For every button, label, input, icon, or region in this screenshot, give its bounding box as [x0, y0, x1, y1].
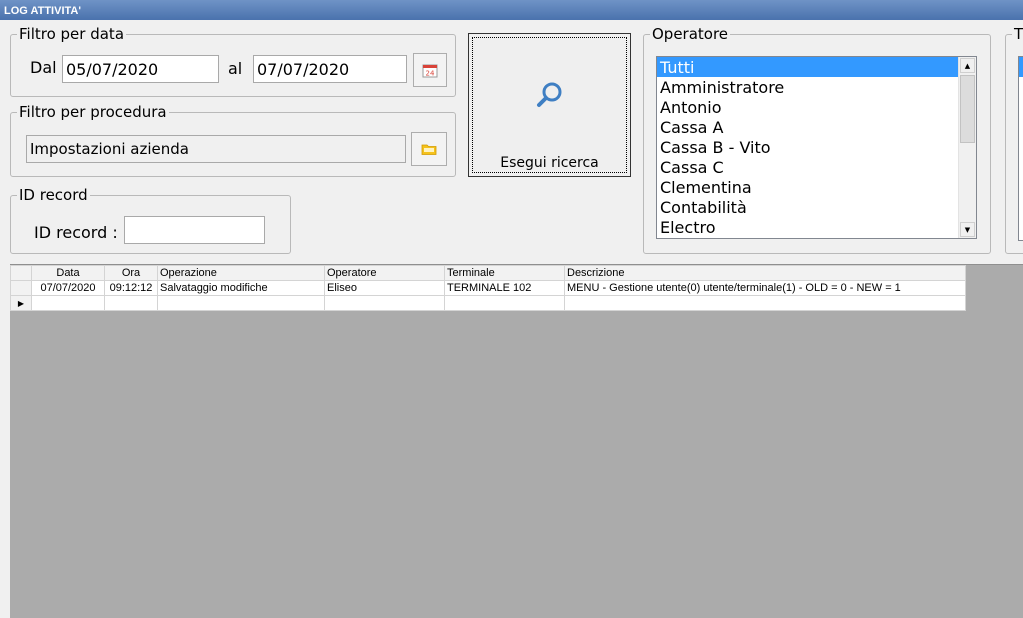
operator-list-item[interactable]: Tutti	[657, 57, 958, 77]
from-date-label: Dal	[30, 58, 57, 77]
results-grid[interactable]: Data Ora Operazione Operatore Terminale …	[10, 265, 1023, 618]
operator-list-item[interactable]: Cassa A	[657, 117, 958, 137]
calendar-button[interactable]: 24	[413, 53, 447, 87]
procedure-filter-legend: Filtro per procedura	[17, 103, 169, 121]
scroll-up-icon[interactable]: ▲	[960, 58, 975, 73]
col-header-ora[interactable]: Ora	[104, 265, 158, 281]
cell-terminale[interactable]: TERMINALE 102	[444, 280, 565, 296]
to-date-label: al	[228, 59, 243, 78]
operator-list-item[interactable]: Cassa B - Vito	[657, 137, 958, 157]
cell-ora[interactable]: 09:12:12	[104, 280, 158, 296]
to-date-field[interactable]	[253, 55, 407, 83]
date-filter-legend: Filtro per data	[17, 25, 127, 43]
search-icon	[537, 82, 562, 107]
search-button[interactable]: Esegui ricerca	[468, 33, 631, 177]
id-record-legend: ID record	[17, 186, 90, 204]
col-header-terminale[interactable]: Terminale	[444, 265, 565, 281]
operator-scrollbar[interactable]: ▲ ▼	[958, 57, 976, 238]
window-title: LOG ATTIVITA'	[0, 0, 1023, 20]
operator-list-item[interactable]: Amministratore	[657, 77, 958, 97]
procedure-field[interactable]	[26, 135, 406, 163]
id-record-field[interactable]	[124, 216, 265, 244]
terminal-legend: T	[1012, 25, 1023, 43]
folder-icon	[421, 144, 437, 155]
scroll-thumb[interactable]	[960, 75, 975, 143]
operator-list-item[interactable]: Cassa C	[657, 157, 958, 177]
new-row[interactable]: ▶	[10, 295, 966, 311]
terminal-listbox[interactable]	[1018, 56, 1023, 241]
table-row[interactable]: 07/07/2020 09:12:12 Salvataggio modifich…	[10, 280, 966, 296]
operator-legend: Operatore	[650, 25, 731, 43]
from-date-field[interactable]	[62, 55, 219, 83]
col-header-operazione[interactable]: Operazione	[157, 265, 325, 281]
operator-list-item[interactable]: Antonio	[657, 97, 958, 117]
operator-list-item[interactable]: Contabilità	[657, 197, 958, 217]
cell-data[interactable]: 07/07/2020	[31, 280, 105, 296]
cell-operazione[interactable]: Salvataggio modifiche	[157, 280, 325, 296]
svg-text:24: 24	[426, 70, 435, 78]
operator-list-item[interactable]: Electro	[657, 217, 958, 237]
procedure-browse-button[interactable]	[411, 132, 447, 166]
results-table: Data Ora Operazione Operatore Terminale …	[10, 265, 966, 311]
id-record-label: ID record :	[34, 223, 118, 242]
row-pointer-icon: ▶	[10, 295, 32, 311]
col-header-descrizione[interactable]: Descrizione	[564, 265, 966, 281]
calendar-icon: 24	[422, 64, 438, 78]
scroll-down-icon[interactable]: ▼	[960, 222, 975, 237]
col-header-operatore[interactable]: Operatore	[324, 265, 445, 281]
col-header-data[interactable]: Data	[31, 265, 105, 281]
cell-descrizione[interactable]: MENU - Gestione utente(0) utente/termina…	[564, 280, 966, 296]
operator-list-item[interactable]: Clementina	[657, 177, 958, 197]
operator-listbox[interactable]: Tutti Amministratore Antonio Cassa A Cassa B…	[656, 56, 977, 239]
search-button-label: Esegui ricerca	[500, 155, 599, 171]
cell-operatore[interactable]: Eliseo	[324, 280, 445, 296]
